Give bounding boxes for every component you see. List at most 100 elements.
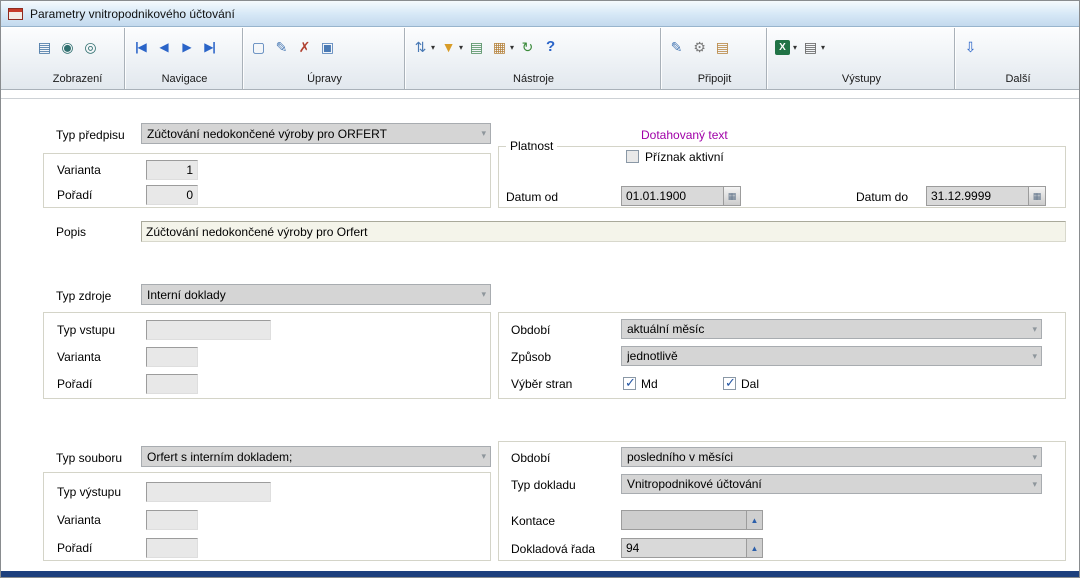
first-record-button[interactable]: |◀: [129, 37, 152, 57]
toolbar-separator: [1, 98, 1079, 99]
typ-predpisu-select[interactable]: Zúčtování nedokončené výroby pro ORFERT …: [141, 123, 491, 144]
dal-label: Dal: [741, 377, 759, 392]
previous-record-icon: ◀: [154, 38, 173, 56]
dokladova-rada-value: 94: [622, 539, 746, 557]
eye-button[interactable]: ◉: [56, 37, 79, 57]
kontace-lookup-button[interactable]: ▲: [746, 511, 762, 529]
kontace-label: Kontace: [511, 514, 555, 529]
calendar-icon: ▦: [728, 191, 737, 202]
attachments-list-icon: ▤: [713, 38, 732, 56]
toolbar-icons-row: |◀◀▶▶|: [129, 33, 240, 61]
typ-vystupu-input[interactable]: [146, 482, 271, 502]
edit-document-button[interactable]: ✎: [665, 37, 688, 57]
excel-export-icon: X: [775, 40, 790, 55]
predpis-varianta-input[interactable]: 1: [146, 160, 198, 180]
typ-souboru-select[interactable]: Orfert s interním dokladem; ▾: [141, 446, 491, 467]
settings-grid-icon: ⇅: [411, 38, 430, 56]
wrench-button[interactable]: ⚙: [688, 37, 711, 57]
predpis-varianta-label: Varianta: [57, 163, 101, 178]
refresh-button[interactable]: ↻: [516, 37, 539, 57]
typ-dokladu-select[interactable]: Vnitropodnikové účtování ▾: [621, 474, 1042, 494]
chevron-down-icon: ▾: [481, 289, 486, 300]
typ-predpisu-label: Typ předpisu: [56, 128, 125, 143]
previous-record-button[interactable]: ◀: [152, 37, 175, 57]
title-bar[interactable]: Parametry vnitropodnikového účtování: [1, 1, 1079, 27]
datum-do-calendar-button[interactable]: ▦: [1028, 187, 1045, 205]
edit-record-button[interactable]: ✎: [270, 37, 293, 57]
filter-icon: ▼: [439, 38, 458, 56]
print-button[interactable]: ▤▾: [799, 37, 827, 57]
list-view-button[interactable]: ▤: [33, 37, 56, 57]
datum-od-value: 01.01.1900: [622, 187, 723, 205]
typ-vstupu-input[interactable]: [146, 320, 271, 340]
datum-od-field[interactable]: 01.01.1900 ▦: [621, 186, 741, 206]
print-icon: ▤: [801, 38, 820, 56]
toolbar-group-dalsi: ⇩Další: [955, 28, 1079, 89]
zdroj-varianta-label: Varianta: [57, 350, 101, 365]
datum-od-calendar-button[interactable]: ▦: [723, 187, 740, 205]
copy-record-button[interactable]: ▣: [316, 37, 339, 57]
dokladova-rada-field[interactable]: 94 ▲: [621, 538, 763, 558]
toolbar-group-label: Připojit: [665, 73, 764, 86]
typ-zdroje-label: Typ zdroje: [56, 289, 111, 304]
next-record-button[interactable]: ▶: [175, 37, 198, 57]
help-button[interactable]: ?: [539, 37, 562, 57]
soubor-varianta-input[interactable]: [146, 510, 198, 530]
soubor-poradi-input[interactable]: [146, 538, 198, 558]
priznak-aktivni-checkbox[interactable]: [626, 150, 639, 163]
calendar-period-button[interactable]: ▦▾: [488, 37, 516, 57]
toolbar-group-nastroje: ⇅▾▼▾▤▦▾↻?Nástroje: [405, 28, 661, 89]
app-icon[interactable]: [8, 8, 23, 20]
zpusob-select[interactable]: jednotlivě ▾: [621, 346, 1042, 366]
soubor-obdobi-value: posledního v měsíci: [627, 450, 733, 464]
predpis-varianta-value: 1: [186, 163, 193, 177]
toolbar-group-vystupy: X▾▤▾ Výstupy: [767, 28, 955, 89]
toolbar-group-label: Zobrazení: [33, 73, 122, 86]
toolbar-group-pripojit: ✎⚙▤ Připojit: [661, 28, 767, 89]
export-icon: ▤: [467, 38, 486, 56]
popis-input[interactable]: Zúčtování nedokončené výroby pro Orfert: [141, 221, 1066, 242]
datum-do-field[interactable]: 31.12.9999 ▦: [926, 186, 1046, 206]
delete-record-button[interactable]: ✗: [293, 37, 316, 57]
soubor-poradi-label: Pořadí: [57, 541, 92, 556]
md-checkbox[interactable]: [623, 377, 636, 390]
chevron-down-icon: ▾: [1032, 479, 1037, 490]
vyber-stran-label: Výběr stran: [511, 377, 572, 392]
excel-export-button[interactable]: X▾: [771, 39, 799, 56]
soubor-obdobi-select[interactable]: posledního v měsíci ▾: [621, 447, 1042, 467]
typ-zdroje-select[interactable]: Interní doklady ▾: [141, 284, 491, 305]
last-record-button[interactable]: ▶|: [198, 37, 221, 57]
more-down-button[interactable]: ⇩: [959, 37, 982, 57]
help-icon: ?: [541, 38, 560, 56]
toolbar-group-label: Úpravy: [247, 73, 402, 86]
calendar-icon: ▦: [1033, 191, 1042, 202]
soubor-obdobi-label: Období: [511, 451, 550, 466]
dropdown-arrow-icon: ▾: [431, 43, 435, 52]
chevron-down-icon: ▾: [481, 451, 486, 462]
toolbar-group-navigace: |◀◀▶▶|Navigace: [125, 28, 243, 89]
new-record-button[interactable]: ▢: [247, 37, 270, 57]
dokladova-rada-lookup-button[interactable]: ▲: [746, 539, 762, 557]
lookup-icon: ▲: [751, 544, 759, 553]
export-button[interactable]: ▤: [465, 37, 488, 57]
more-down-icon: ⇩: [961, 38, 980, 56]
attachments-list-button[interactable]: ▤: [711, 37, 734, 57]
predpis-poradi-input[interactable]: 0: [146, 185, 198, 205]
datum-od-label: Datum od: [506, 190, 558, 205]
last-record-icon: ▶|: [200, 38, 219, 56]
toolbar-group-label: Výstupy: [771, 73, 952, 86]
predpis-poradi-label: Pořadí: [57, 188, 92, 203]
popis-value: Zúčtování nedokončené výroby pro Orfert: [146, 225, 367, 239]
kontace-field[interactable]: ▲: [621, 510, 763, 530]
dal-checkbox[interactable]: [723, 377, 736, 390]
filter-button[interactable]: ▼▾: [437, 37, 465, 57]
zdroj-obdobi-select[interactable]: aktuální měsíc ▾: [621, 319, 1042, 339]
eye-columns-button[interactable]: ◎: [79, 37, 102, 57]
settings-grid-button[interactable]: ⇅▾: [409, 37, 437, 57]
toolbar-icons-row: ▤◉◎: [33, 33, 122, 61]
zdroj-varianta-input[interactable]: [146, 347, 198, 367]
edit-record-icon: ✎: [272, 38, 291, 56]
eye-icon: ◉: [58, 38, 77, 56]
zdroj-poradi-input[interactable]: [146, 374, 198, 394]
new-record-icon: ▢: [249, 38, 268, 56]
